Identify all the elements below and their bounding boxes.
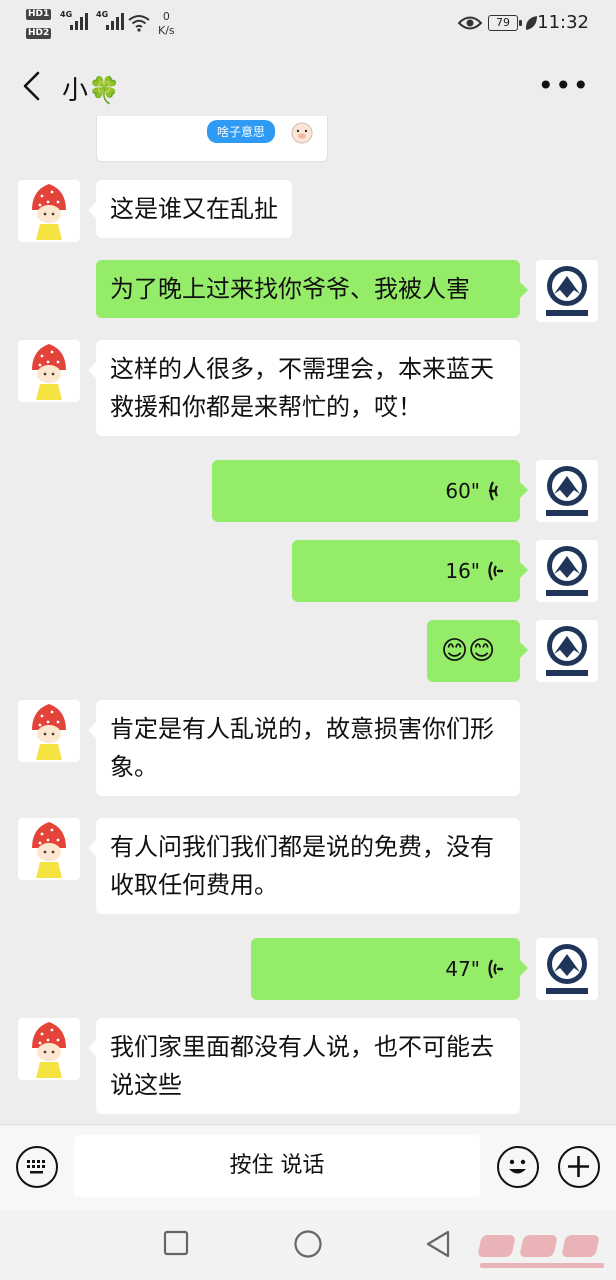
emoji-message[interactable]: 😊😊 [427, 620, 528, 682]
battery-indicator: 79 [488, 15, 522, 31]
leaf-icon [525, 16, 537, 30]
my-avatar[interactable] [536, 460, 598, 522]
voice-wave-icon [488, 959, 504, 979]
plus-icon[interactable] [558, 1146, 600, 1188]
my-avatar[interactable] [536, 260, 598, 322]
voice-duration: 60" [445, 479, 480, 503]
voice-wave-icon [488, 481, 498, 501]
rescue-logo-icon [546, 944, 588, 994]
rescue-logo-icon [546, 626, 588, 676]
keyboard-icon[interactable] [16, 1146, 58, 1188]
chat-header: 小🍀 ••• [0, 48, 616, 124]
rescue-logo-icon [546, 466, 588, 516]
message-bubble-incoming[interactable]: 我们家里面都没有人说，也不可能去说这些 [88, 1018, 520, 1114]
hold-to-talk-button[interactable]: 按住 说话 [74, 1135, 480, 1197]
hd2-indicator: HD2 [26, 28, 52, 39]
message-bubble-outgoing[interactable]: 为了晚上过来找你爷爷、我被人害 [96, 260, 528, 318]
eye-icon [458, 16, 482, 30]
back-nav-icon[interactable] [424, 1229, 452, 1259]
contact-avatar[interactable] [18, 700, 80, 762]
strawberry-girl-icon [32, 344, 66, 400]
contact-avatar[interactable] [18, 818, 80, 880]
signal-icon: 4G [60, 10, 88, 30]
contact-avatar[interactable] [18, 340, 80, 402]
input-bar: 按住 说话 [0, 1124, 616, 1210]
strawberry-girl-icon [32, 822, 66, 878]
voice-message[interactable]: 47" [251, 938, 528, 1000]
watermark-logo [478, 1235, 604, 1268]
status-bar: HD1 HD2 4G 4G 0 K/s 79 11:32 [0, 0, 616, 48]
back-arrow-icon[interactable] [18, 70, 46, 102]
voice-message[interactable]: 60" [212, 460, 528, 522]
quoted-tag: 啥子意思 [207, 120, 276, 143]
voice-message[interactable]: 16" [292, 540, 528, 602]
chat-title: 小🍀 [62, 76, 121, 106]
home-icon[interactable] [293, 1229, 323, 1259]
strawberry-girl-icon [32, 184, 66, 240]
quoted-card[interactable]: 啥子意思 [96, 116, 328, 162]
emoji-icon[interactable] [497, 1146, 539, 1188]
strawberry-girl-icon [32, 1022, 66, 1078]
rescue-logo-icon [546, 266, 588, 316]
voice-duration: 16" [445, 559, 480, 583]
voice-duration: 47" [445, 957, 480, 981]
message-bubble-incoming[interactable]: 这是谁又在乱扯 [88, 180, 292, 238]
message-bubble-incoming[interactable]: 这样的人很多，不需理会，本来蓝天救援和你都是来帮忙的，哎！ [88, 340, 520, 436]
more-icon[interactable]: ••• [537, 72, 590, 100]
contact-avatar[interactable] [18, 1018, 80, 1080]
network-speed: 0 K/s [158, 10, 175, 37]
my-avatar[interactable] [536, 540, 598, 602]
my-avatar[interactable] [536, 938, 598, 1000]
contact-avatar[interactable] [18, 180, 80, 242]
clock: 11:32 [537, 12, 589, 33]
voice-wave-icon [488, 561, 504, 581]
hd1-indicator: HD1 [26, 9, 52, 20]
wifi-icon [128, 15, 150, 32]
pig-sticker-icon [291, 122, 313, 144]
message-bubble-incoming[interactable]: 有人问我们我们都是说的免费，没有收取任何费用。 [88, 818, 520, 914]
rescue-logo-icon [546, 546, 588, 596]
message-bubble-incoming[interactable]: 肯定是有人乱说的，故意损害你们形象。 [88, 700, 520, 796]
recent-apps-icon[interactable] [163, 1230, 189, 1256]
my-avatar[interactable] [536, 620, 598, 682]
signal-icon-2: 4G [96, 10, 124, 30]
strawberry-girl-icon [32, 704, 66, 760]
